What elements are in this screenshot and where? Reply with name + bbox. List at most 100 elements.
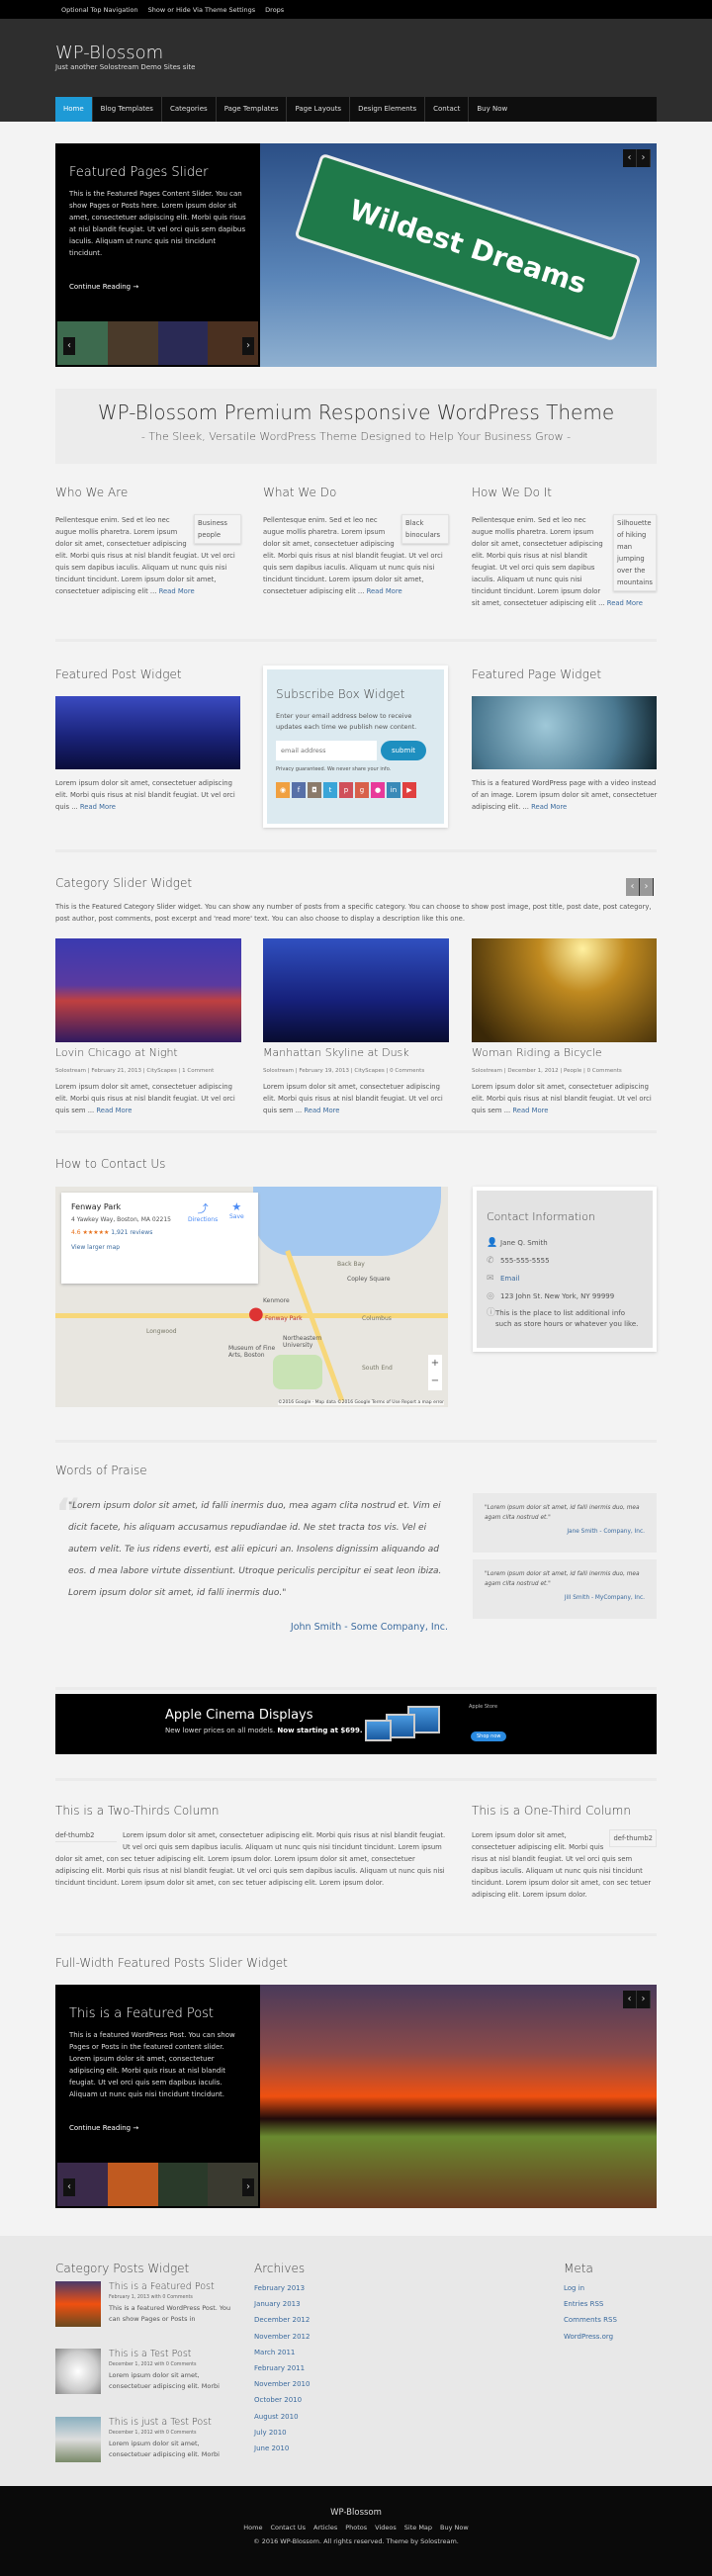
thumb-prev-icon[interactable]: ‹ bbox=[63, 337, 75, 355]
footer-link[interactable]: Photos bbox=[345, 2524, 367, 2532]
archive-link[interactable]: June 2010 bbox=[254, 2441, 310, 2456]
map-pin-icon[interactable]: ● bbox=[248, 1303, 264, 1324]
archive-link[interactable]: March 2011 bbox=[254, 2345, 310, 2360]
zoom-controls[interactable]: + − bbox=[428, 1355, 442, 1390]
slide-image[interactable]: Wildest Dreams bbox=[260, 143, 657, 367]
post-title[interactable]: Woman Riding a Bicycle bbox=[472, 1046, 602, 1059]
archive-link[interactable]: December 2012 bbox=[254, 2312, 310, 2328]
post-category[interactable]: People bbox=[564, 1068, 581, 1074]
next-arrow-icon[interactable]: › bbox=[637, 1991, 651, 2008]
post-comments[interactable]: 0 Comments bbox=[587, 1068, 622, 1074]
top-nav-link[interactable]: Drops bbox=[265, 6, 284, 14]
slide-image[interactable] bbox=[260, 1985, 657, 2208]
archive-link[interactable]: February 2013 bbox=[254, 2280, 310, 2296]
instagram-icon[interactable]: ◘ bbox=[308, 782, 321, 798]
read-more-link[interactable]: Read More bbox=[512, 1107, 548, 1114]
top-nav-link[interactable]: Show or Hide Via Theme Settings bbox=[148, 6, 256, 14]
read-more-link[interactable]: Read More bbox=[159, 587, 195, 595]
nav-contact[interactable]: Contact bbox=[425, 97, 470, 122]
thumbnail[interactable] bbox=[157, 2163, 209, 2206]
thumb-prev-icon[interactable]: ‹ bbox=[63, 2178, 75, 2196]
post-author[interactable]: Solostream bbox=[472, 1068, 502, 1074]
thumb-next-icon[interactable]: › bbox=[242, 337, 254, 355]
post-comments[interactable]: 0 Comments bbox=[390, 1068, 424, 1074]
archive-link[interactable]: November 2012 bbox=[254, 2329, 310, 2345]
pinterest-icon[interactable]: p bbox=[339, 782, 353, 798]
shop-now-button[interactable]: Shop now bbox=[471, 1732, 507, 1741]
category-post-item[interactable]: This is just a Test Post December 1, 2012… bbox=[55, 2417, 243, 2462]
footer-link[interactable]: Contact Us bbox=[270, 2524, 306, 2532]
submit-button[interactable]: submit bbox=[381, 741, 426, 760]
category-post-item[interactable]: This is a Test Post December 1, 2012 with… bbox=[55, 2349, 243, 2394]
google-plus-icon[interactable]: g bbox=[355, 782, 369, 798]
ad-banner[interactable]: Apple Cinema Displays New lower prices o… bbox=[55, 1694, 657, 1754]
nav-page-layouts[interactable]: Page Layouts bbox=[287, 97, 351, 122]
thumbnail[interactable] bbox=[157, 321, 209, 365]
continue-reading-link[interactable]: Continue Reading → bbox=[69, 283, 138, 291]
reviews-link[interactable]: 1,921 reviews bbox=[111, 1229, 152, 1236]
post-comments[interactable]: 1 Comment bbox=[182, 1068, 214, 1074]
nav-categories[interactable]: Categories bbox=[162, 97, 217, 122]
next-arrow-icon[interactable]: › bbox=[640, 878, 654, 896]
footer-link[interactable]: Videos bbox=[375, 2524, 397, 2532]
prev-arrow-icon[interactable]: ‹ bbox=[623, 1991, 637, 2008]
post-title[interactable]: Manhattan Skyline at Dusk bbox=[263, 1046, 409, 1059]
save-button[interactable]: ★ Save bbox=[229, 1200, 244, 1220]
archive-link[interactable]: January 2013 bbox=[254, 2296, 310, 2312]
flickr-icon[interactable]: ● bbox=[371, 782, 385, 798]
nav-buy-now[interactable]: Buy Now bbox=[469, 97, 515, 122]
view-larger-map-link[interactable]: View larger map bbox=[71, 1244, 248, 1251]
google-map[interactable]: ● Fenway Park Kenmore Back Bay Copley Sq… bbox=[55, 1187, 448, 1407]
post-author[interactable]: Solostream bbox=[263, 1068, 294, 1074]
read-more-link[interactable]: Read More bbox=[96, 1107, 132, 1114]
next-arrow-icon[interactable]: › bbox=[637, 149, 651, 167]
nav-blog-templates[interactable]: Blog Templates bbox=[93, 97, 162, 122]
facebook-icon[interactable]: f bbox=[292, 782, 306, 798]
post-image[interactable] bbox=[263, 938, 449, 1042]
linkedin-icon[interactable]: in bbox=[387, 782, 400, 798]
footer-link[interactable]: Buy Now bbox=[440, 2524, 469, 2532]
post-category[interactable]: CityScapes bbox=[146, 1068, 176, 1074]
read-more-link[interactable]: Read More bbox=[80, 803, 116, 811]
thumb-next-icon[interactable]: › bbox=[242, 2178, 254, 2196]
read-more-link[interactable]: Read More bbox=[607, 599, 643, 607]
post-image[interactable] bbox=[55, 938, 241, 1042]
footer-link[interactable]: Home bbox=[243, 2524, 262, 2532]
post-image[interactable] bbox=[472, 938, 657, 1042]
meta-link[interactable]: Log in bbox=[564, 2280, 617, 2296]
youtube-icon[interactable]: ▶ bbox=[402, 782, 416, 798]
email-input[interactable] bbox=[276, 741, 377, 760]
thumbnail[interactable] bbox=[107, 321, 158, 365]
site-title[interactable]: WP-Blossom bbox=[55, 43, 163, 63]
nav-design-elements[interactable]: Design Elements bbox=[350, 97, 426, 122]
thumbnail[interactable] bbox=[107, 2163, 158, 2206]
archive-link[interactable]: October 2010 bbox=[254, 2392, 310, 2408]
post-author[interactable]: Solostream bbox=[55, 1068, 86, 1074]
twitter-icon[interactable]: t bbox=[323, 782, 337, 798]
nav-page-templates[interactable]: Page Templates bbox=[217, 97, 288, 122]
meta-link[interactable]: Entries RSS bbox=[564, 2296, 617, 2312]
directions-button[interactable]: ⤴ Directions bbox=[188, 1200, 218, 1223]
post-title[interactable]: Lovin Chicago at Night bbox=[55, 1046, 178, 1059]
prev-arrow-icon[interactable]: ‹ bbox=[623, 149, 637, 167]
post-category[interactable]: CityScapes bbox=[354, 1068, 384, 1074]
rss-icon[interactable]: ◉ bbox=[276, 782, 290, 798]
featured-post-image[interactable] bbox=[55, 696, 240, 769]
read-more-link[interactable]: Read More bbox=[531, 803, 567, 811]
continue-reading-link[interactable]: Continue Reading → bbox=[69, 2124, 138, 2132]
category-post-item[interactable]: This is a Featured Post February 1, 2013 … bbox=[55, 2281, 243, 2327]
contact-email-link[interactable]: Email bbox=[500, 1275, 519, 1283]
archive-link[interactable]: July 2010 bbox=[254, 2425, 310, 2441]
featured-page-video[interactable] bbox=[472, 696, 657, 769]
nav-home[interactable]: Home bbox=[55, 97, 93, 122]
top-nav-link[interactable]: Optional Top Navigation bbox=[61, 6, 138, 14]
meta-link[interactable]: Comments RSS bbox=[564, 2312, 617, 2328]
prev-arrow-icon[interactable]: ‹ bbox=[626, 878, 640, 896]
archive-link[interactable]: November 2010 bbox=[254, 2376, 310, 2392]
read-more-link[interactable]: Read More bbox=[367, 587, 402, 595]
footer-link[interactable]: Site Map bbox=[404, 2524, 432, 2532]
footer-link[interactable]: Articles bbox=[313, 2524, 337, 2532]
archive-link[interactable]: February 2011 bbox=[254, 2360, 310, 2376]
read-more-link[interactable]: Read More bbox=[304, 1107, 339, 1114]
archive-link[interactable]: August 2010 bbox=[254, 2409, 310, 2425]
